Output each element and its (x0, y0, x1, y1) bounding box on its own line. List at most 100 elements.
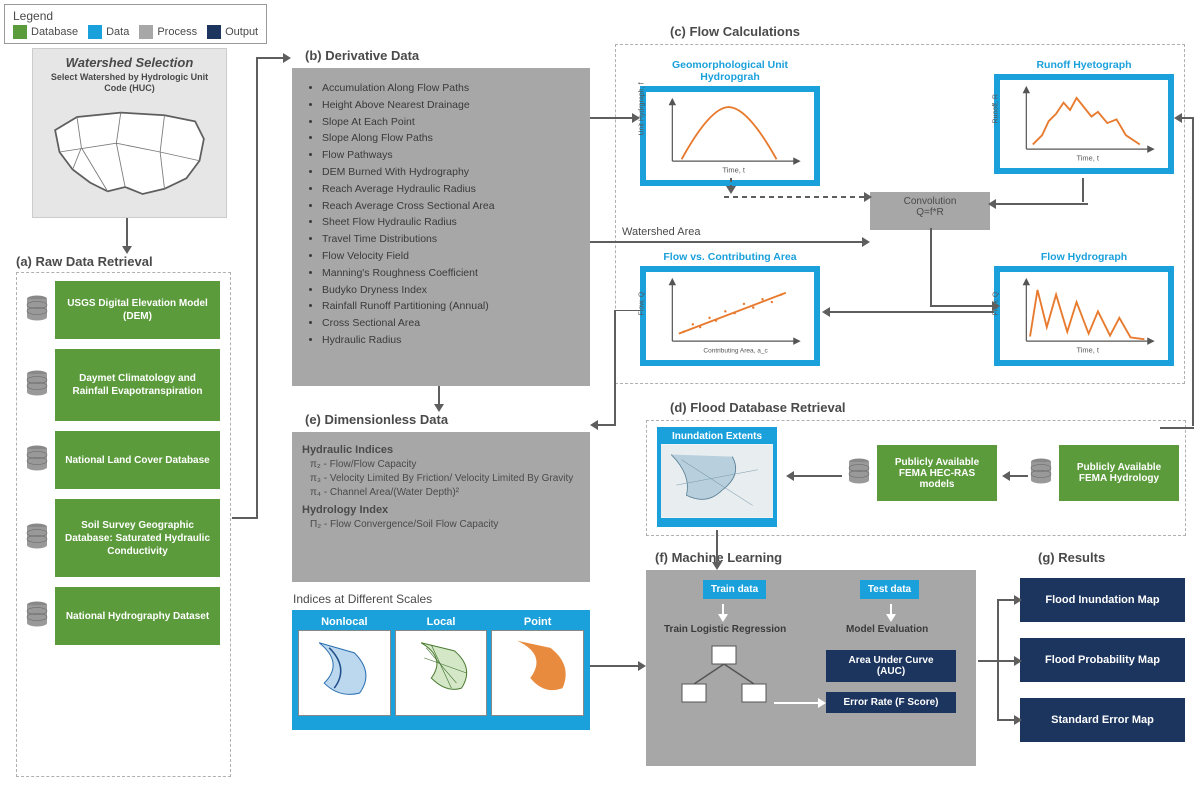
indices-local: Local (395, 616, 488, 724)
derivative-item: Slope At Each Point (322, 114, 578, 131)
section-d-title: (d) Flood Database Retrieval (670, 400, 846, 415)
point-map-icon (492, 631, 583, 715)
legend-title: Legend (13, 9, 258, 23)
arrow-raw-to-deriv (227, 53, 291, 523)
arrow-runoff-to-conv (988, 198, 1088, 210)
arrow-inund-to-ml (710, 530, 724, 570)
hecras-row: Publicly Available FEMA HEC-RAS models (847, 445, 997, 501)
database-icon (25, 601, 49, 631)
result-error-map: Standard Error Map (1020, 698, 1185, 742)
indices-point: Point (491, 616, 584, 724)
arrow-test-down (884, 604, 898, 622)
db-fema-hydro: Publicly Available FEMA Hydrology (1059, 445, 1179, 501)
flow-vs-area-icon: Contributing Area, a_c (650, 276, 810, 356)
section-c-title: (c) Flow Calculations (670, 24, 800, 39)
dimensionless-box: Hydraulic Indices π₂ - Flow/Flow Capacit… (292, 432, 590, 582)
arrow-train-down (716, 604, 730, 622)
derivative-item: Accumulation Along Flow Paths (322, 80, 578, 97)
raw-db-row: National Land Cover Database (25, 431, 222, 489)
derivative-list: Accumulation Along Flow PathsHeight Abov… (304, 80, 578, 349)
svg-text:Contributing Area, a_c: Contributing Area, a_c (703, 347, 768, 354)
derivative-item: Slope Along Flow Paths (322, 130, 578, 147)
inundation-map-icon (661, 444, 773, 518)
hydrograph-plot: Flow Hydrograph Time, t Flow, Q (994, 248, 1174, 366)
flow-vs-area-plot: Flow vs. Contributing Area Contributing … (640, 248, 820, 366)
indices-nonlocal: Nonlocal (298, 616, 391, 724)
watershed-subtitle: Select Watershed by Hydrologic Unit Code… (39, 72, 220, 94)
legend-item-process: Process (139, 25, 197, 39)
arrow-indices-to-ml (590, 660, 646, 672)
derivative-item: Sheet Flow Hydraulic Radius (322, 214, 578, 231)
db-ssurgo: Soil Survey Geographic Database: Saturat… (55, 499, 220, 577)
database-icon (847, 458, 871, 488)
database-icon (25, 295, 49, 325)
arrow-deriv-to-dim (432, 386, 446, 412)
pi2-hydraulic: π₂ - Flow/Flow Capacity (310, 459, 580, 470)
svg-text:Time, t: Time, t (1076, 153, 1099, 162)
result-flood-map: Flood Inundation Map (1020, 578, 1185, 622)
arrow-ml-to-results (978, 594, 1022, 728)
database-icon (25, 445, 49, 475)
svg-text:Time, t: Time, t (1076, 345, 1099, 354)
raw-db-row: National Hydrography Dataset (25, 587, 222, 645)
derivative-item: Flow Pathways (322, 147, 578, 164)
derivative-item: Budyko Dryness Index (322, 282, 578, 299)
indices-scales-box: Nonlocal Local Point (292, 610, 590, 730)
db-daymet: Daymet Climatology and Rainfall Evapotra… (55, 349, 220, 421)
result-prob-map: Flood Probability Map (1020, 638, 1185, 682)
derivative-item: Travel Time Distributions (322, 231, 578, 248)
us-map-icon (42, 98, 217, 206)
db-nlcd: National Land Cover Database (55, 431, 220, 489)
nonlocal-map-icon (299, 631, 390, 715)
flood-db-panel: Inundation Extents Publicly Available FE… (646, 420, 1186, 536)
runoff-plot: Runoff Hyetograph Time, t Runoff, R (994, 56, 1174, 174)
raw-db-row: USGS Digital Elevation Model (DEM) (25, 281, 222, 339)
ml-panel: Train data Test data Train Logistic Regr… (646, 570, 976, 766)
raw-db-row: Soil Survey Geographic Database: Saturat… (25, 499, 222, 577)
indices-scales-title: Indices at Different Scales (293, 592, 432, 606)
raw-data-panel: USGS Digital Elevation Model (DEM) Dayme… (16, 272, 231, 777)
pi2-hydrology: Π₂ - Flow Convergence/Soil Flow Capacity (310, 519, 580, 530)
svg-text:Time, t: Time, t (722, 165, 745, 174)
database-icon (25, 370, 49, 400)
derivative-item: Cross Sectional Area (322, 315, 578, 332)
decision-tree-icon (674, 644, 774, 724)
arrow-femahydro-to-hecras (1002, 470, 1028, 482)
section-b-title: (b) Derivative Data (305, 48, 419, 63)
db-hecras: Publicly Available FEMA HEC-RAS models (877, 445, 997, 501)
legend-item-database: Database (13, 25, 78, 39)
arrow-fva-to-dim (590, 310, 640, 510)
db-nhd: National Hydrography Dataset (55, 587, 220, 645)
model-eval-label: Model Evaluation (846, 624, 928, 635)
hydraulic-indices-title: Hydraulic Indices (302, 444, 580, 456)
train-lr-label: Train Logistic Regression (664, 624, 786, 635)
err-box: Error Rate (F Score) (826, 692, 956, 713)
legend: Legend Database Data Process Output (4, 4, 267, 44)
derivative-data-box: Accumulation Along Flow PathsHeight Abov… (292, 68, 590, 386)
arrow-conv-to-hydro (924, 252, 1000, 312)
watershed-selection-box: Watershed Selection Select Watershed by … (32, 48, 227, 218)
derivative-item: Height Above Nearest Drainage (322, 97, 578, 114)
arrow-into-runoff (1174, 112, 1194, 182)
arrow-deriv-to-guh (590, 112, 640, 124)
results-column: Flood Inundation Map Flood Probability M… (1020, 578, 1185, 758)
guh-plot: Geomorphological Unit Hydropgrah Time, t… (640, 56, 820, 186)
hydrograph-icon: Time, t (1004, 276, 1164, 356)
arrow-tree-to-err (774, 696, 826, 710)
arrow-deriv-to-conv (590, 236, 870, 248)
pi3-hydraulic: π₃ - Velocity Limited By Friction/ Veloc… (310, 473, 580, 484)
arrow-hydro-to-fva (822, 306, 994, 318)
derivative-item: Hydraulic Radius (322, 332, 578, 349)
auc-box: Area Under Curve (AUC) (826, 650, 956, 682)
database-icon (1029, 458, 1053, 488)
section-g-title: (g) Results (1038, 550, 1105, 565)
arrow-guh-to-conv-h (724, 190, 924, 204)
train-data-chip: Train data (703, 580, 766, 599)
runoff-curve-icon: Time, t (1004, 84, 1164, 164)
legend-item-data: Data (88, 25, 129, 39)
arrow-hecras-to-inund (786, 470, 842, 482)
arrow-femahydro-up-h (1160, 421, 1194, 435)
database-icon (25, 523, 49, 553)
arrow-femahydro-to-runoff (1186, 178, 1200, 426)
derivative-item: Reach Average Hydraulic Radius (322, 181, 578, 198)
